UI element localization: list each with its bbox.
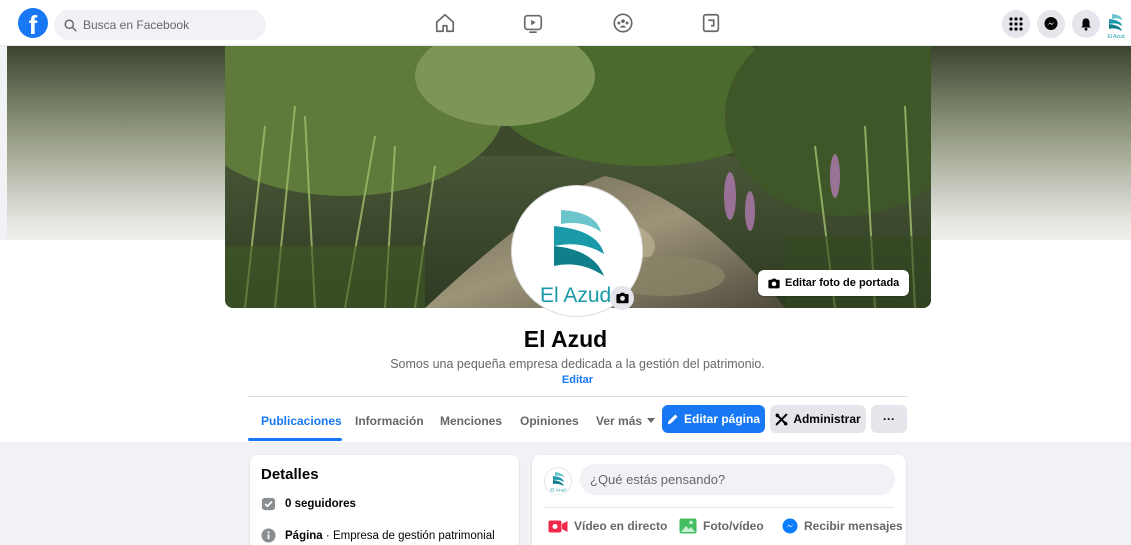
composer-divider <box>544 507 894 508</box>
home-icon[interactable] <box>432 10 458 36</box>
avatar-logo-text: El Azud <box>540 284 611 307</box>
post-input[interactable] <box>590 472 880 487</box>
details-card: Detalles 0 seguidores Página · Empresa d… <box>250 455 519 545</box>
header-divider <box>248 396 908 397</box>
top-navigation-bar: f El Azud <box>0 0 1131 46</box>
get-messages-button[interactable]: Recibir mensajes <box>782 515 903 537</box>
page-category: · Empresa de gestión patrimonial <box>322 529 495 542</box>
tab-ver-mas[interactable]: Ver más <box>596 414 656 428</box>
whats-on-your-mind-box[interactable] <box>580 464 895 495</box>
tab-opiniones[interactable]: Opiniones <box>520 414 579 428</box>
search-input[interactable] <box>83 18 253 32</box>
live-video-label: Vídeo en directo <box>574 519 668 533</box>
tab-informacion[interactable]: Información <box>355 414 424 428</box>
facebook-logo-icon[interactable]: f <box>18 8 48 38</box>
manage-label: Administrar <box>793 412 861 426</box>
photo-video-icon <box>679 518 697 534</box>
followers-count: 0 seguidores <box>285 497 356 510</box>
edit-cover-label: Editar foto de portada <box>785 277 900 289</box>
edit-cover-photo-button[interactable]: Editar foto de portada <box>758 270 910 296</box>
post-composer-card: El Azud Vídeo en directo Foto/vídeo Reci… <box>532 455 906 545</box>
live-video-icon <box>548 520 568 532</box>
more-options-icon: ··· <box>883 412 895 426</box>
page-category-row: Página · Empresa de gestión patrimonial <box>261 528 495 543</box>
edit-page-label: Editar página <box>683 412 760 426</box>
followers-check-icon <box>261 497 276 511</box>
manage-button[interactable]: Administrar <box>770 405 866 433</box>
page-account-logo-icon[interactable]: El Azud <box>1103 10 1129 40</box>
notifications-icon[interactable] <box>1072 10 1100 38</box>
menu-grid-icon[interactable] <box>1002 10 1030 38</box>
more-options-button[interactable]: ··· <box>871 405 907 433</box>
photo-video-button[interactable]: Foto/vídeo <box>679 515 764 537</box>
edit-page-button[interactable]: Editar página <box>662 405 765 433</box>
messenger-icon[interactable] <box>1037 10 1065 38</box>
messenger-blue-icon <box>782 518 798 534</box>
page-title: El Azud <box>523 326 608 352</box>
camera-icon <box>768 278 780 288</box>
caret-down-icon <box>647 418 656 423</box>
composer-avatar[interactable]: El Azud <box>544 467 572 495</box>
live-video-button[interactable]: Vídeo en directo <box>548 515 667 537</box>
tab-ver-mas-label: Ver más <box>596 414 643 428</box>
info-icon <box>261 528 276 543</box>
details-title: Detalles <box>261 466 319 483</box>
page-type-label: Página <box>285 529 323 542</box>
edit-description-link[interactable]: Editar <box>0 374 1131 386</box>
photo-video-label: Foto/vídeo <box>703 519 764 533</box>
groups-icon[interactable] <box>610 10 636 36</box>
get-messages-label: Recibir mensajes <box>804 519 903 533</box>
search-icon <box>64 18 77 32</box>
watch-icon[interactable] <box>520 10 546 36</box>
followers-row: 0 seguidores <box>261 496 356 511</box>
composer-avatar-text: El Azud <box>550 488 566 493</box>
page-description: Somos una pequeña empresa dedicada a la … <box>390 357 765 371</box>
svg-text:El Azud: El Azud <box>1108 34 1125 40</box>
tab-publicaciones[interactable]: Publicaciones <box>261 414 342 428</box>
tools-icon <box>775 413 788 425</box>
tab-menciones[interactable]: Menciones <box>440 414 502 428</box>
search-box[interactable] <box>54 10 266 40</box>
pencil-icon <box>667 414 678 425</box>
active-tab-indicator <box>248 438 342 441</box>
update-profile-picture-camera-icon[interactable] <box>610 286 634 310</box>
gaming-icon[interactable] <box>698 10 724 36</box>
